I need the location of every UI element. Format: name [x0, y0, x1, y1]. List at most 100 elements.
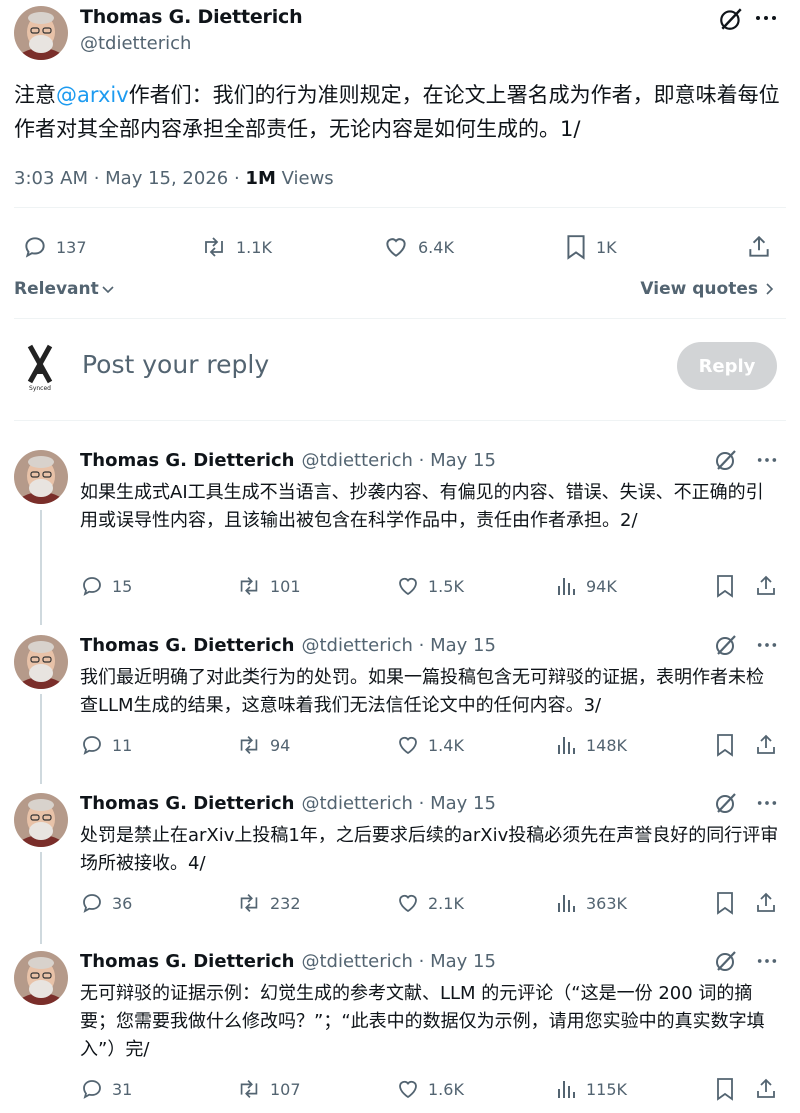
- grok-icon[interactable]: [714, 633, 738, 657]
- like-action[interactable]: 1.5K: [396, 574, 464, 598]
- avatar[interactable]: [14, 6, 68, 60]
- tweet-text: 注意@arxiv作者们：我们的行为准则规定，在论文上署名成为作者，即意味着每位作…: [14, 83, 780, 141]
- author-name[interactable]: Thomas G. Dietterich: [80, 951, 295, 972]
- views-action[interactable]: 148K: [556, 733, 627, 757]
- divider: [14, 318, 786, 319]
- author-name[interactable]: Thomas G. Dietterich: [80, 793, 295, 814]
- bookmark-icon[interactable]: [714, 891, 736, 915]
- reply-count: 11: [112, 735, 133, 755]
- reply-action[interactable]: 15: [80, 574, 132, 598]
- repost-count: 94: [270, 735, 291, 755]
- repost-action[interactable]: 101: [236, 574, 301, 598]
- reply-count: 15: [112, 576, 133, 596]
- reply-icon: [80, 1077, 104, 1101]
- author-handle[interactable]: @tdietterich: [80, 33, 191, 54]
- tweet-timestamp[interactable]: 3:03 AM · May 15, 2026 ·: [14, 168, 245, 189]
- repost-icon: [236, 733, 262, 757]
- views-count: 148K: [586, 735, 628, 755]
- heart-icon: [396, 891, 420, 915]
- bookmark-icon[interactable]: [714, 574, 736, 598]
- share-icon[interactable]: [754, 891, 778, 915]
- bookmark-action[interactable]: 1K: [564, 234, 617, 260]
- avatar[interactable]: [14, 951, 68, 1005]
- like-count: 1.6K: [428, 1079, 464, 1099]
- repost-icon: [236, 574, 262, 598]
- chevron-down-icon: [101, 282, 115, 296]
- repost-count: 232: [270, 893, 301, 913]
- grok-icon[interactable]: [718, 6, 744, 32]
- mention-link[interactable]: @arxiv: [56, 83, 129, 107]
- repost-count: 1.1K: [236, 237, 272, 257]
- avatar[interactable]: [14, 450, 68, 504]
- reply-action[interactable]: 11: [80, 733, 132, 757]
- reply-action[interactable]: 31: [80, 1077, 132, 1101]
- more-icon[interactable]: [756, 793, 778, 813]
- bookmark-icon[interactable]: [714, 733, 736, 757]
- views-action[interactable]: 94K: [556, 574, 617, 598]
- avatar[interactable]: [14, 793, 68, 847]
- reply-action[interactable]: 36: [80, 891, 132, 915]
- like-count: 2.1K: [428, 893, 464, 913]
- reply-count: 36: [112, 893, 133, 913]
- repost-action[interactable]: 107: [236, 1077, 301, 1101]
- repost-action[interactable]: 1.1K: [200, 234, 272, 260]
- views-count: 94K: [586, 576, 617, 596]
- share-icon[interactable]: [754, 1077, 778, 1101]
- reply-action[interactable]: 137: [22, 234, 87, 260]
- like-action[interactable]: 1.6K: [396, 1077, 464, 1101]
- heart-icon: [396, 1077, 420, 1101]
- repost-action[interactable]: 94: [236, 733, 290, 757]
- views-count: 363K: [586, 893, 628, 913]
- author-handle-date[interactable]: @tdietterich · May 15: [302, 951, 496, 972]
- heart-icon: [382, 234, 410, 260]
- like-count: 1.5K: [428, 576, 464, 596]
- like-action[interactable]: 2.1K: [396, 891, 464, 915]
- reply-count: 31: [112, 1079, 133, 1099]
- author-handle-date[interactable]: @tdietterich · May 15: [302, 793, 496, 814]
- reply-text: 如果生成式AI工具生成不当语言、抄袭内容、有偏见的内容、错误、失误、不正确的引用…: [80, 482, 764, 531]
- reply-button[interactable]: Reply: [677, 342, 777, 390]
- share-icon[interactable]: [746, 234, 772, 260]
- heart-icon: [396, 574, 420, 598]
- view-quotes-link[interactable]: View quotes: [640, 279, 774, 299]
- more-icon[interactable]: [756, 635, 778, 655]
- views-count: 115K: [586, 1079, 628, 1099]
- share-icon[interactable]: [754, 733, 778, 757]
- views-action[interactable]: 115K: [556, 1077, 627, 1101]
- share-icon[interactable]: [754, 574, 778, 598]
- reply-icon: [80, 733, 104, 757]
- reply-input[interactable]: Post your reply: [82, 350, 269, 379]
- more-icon[interactable]: [754, 8, 778, 28]
- views-count: 1M: [245, 168, 276, 189]
- divider: [14, 420, 786, 421]
- user-avatar-logo[interactable]: Synced: [22, 344, 58, 392]
- repost-icon: [236, 891, 262, 915]
- author-handle-date[interactable]: @tdietterich · May 15: [302, 450, 496, 471]
- analytics-icon: [556, 1077, 578, 1101]
- more-icon[interactable]: [756, 450, 778, 470]
- author-handle-date[interactable]: @tdietterich · May 15: [302, 635, 496, 656]
- author-name[interactable]: Thomas G. Dietterich: [80, 635, 295, 656]
- grok-icon[interactable]: [714, 949, 738, 973]
- like-action[interactable]: 1.4K: [396, 733, 464, 757]
- author-name[interactable]: Thomas G. Dietterich: [80, 450, 295, 471]
- views-action[interactable]: 363K: [556, 891, 627, 915]
- grok-icon[interactable]: [714, 448, 738, 472]
- more-icon[interactable]: [756, 951, 778, 971]
- svg-text:Synced: Synced: [29, 385, 51, 392]
- author-name[interactable]: Thomas G. Dietterich: [80, 6, 303, 28]
- thread-line: [40, 852, 42, 944]
- repost-action[interactable]: 232: [236, 891, 301, 915]
- reply-text: 无可辩驳的证据示例：幻觉生成的参考文献、LLM 的元评论（“这是一份 200 词…: [80, 983, 765, 1060]
- avatar[interactable]: [14, 635, 68, 689]
- reply-icon: [80, 891, 104, 915]
- divider: [14, 207, 786, 208]
- bookmark-icon[interactable]: [714, 1077, 736, 1101]
- reply-text: 我们最近明确了对此类行为的处罚。如果一篇投稿包含无可辩驳的证据，表明作者未检查L…: [80, 667, 764, 716]
- sort-relevant-button[interactable]: Relevant: [14, 279, 115, 299]
- heart-icon: [396, 733, 420, 757]
- repost-icon: [236, 1077, 262, 1101]
- like-action[interactable]: 6.4K: [382, 234, 454, 260]
- reply-count: 137: [56, 237, 87, 257]
- grok-icon[interactable]: [714, 791, 738, 815]
